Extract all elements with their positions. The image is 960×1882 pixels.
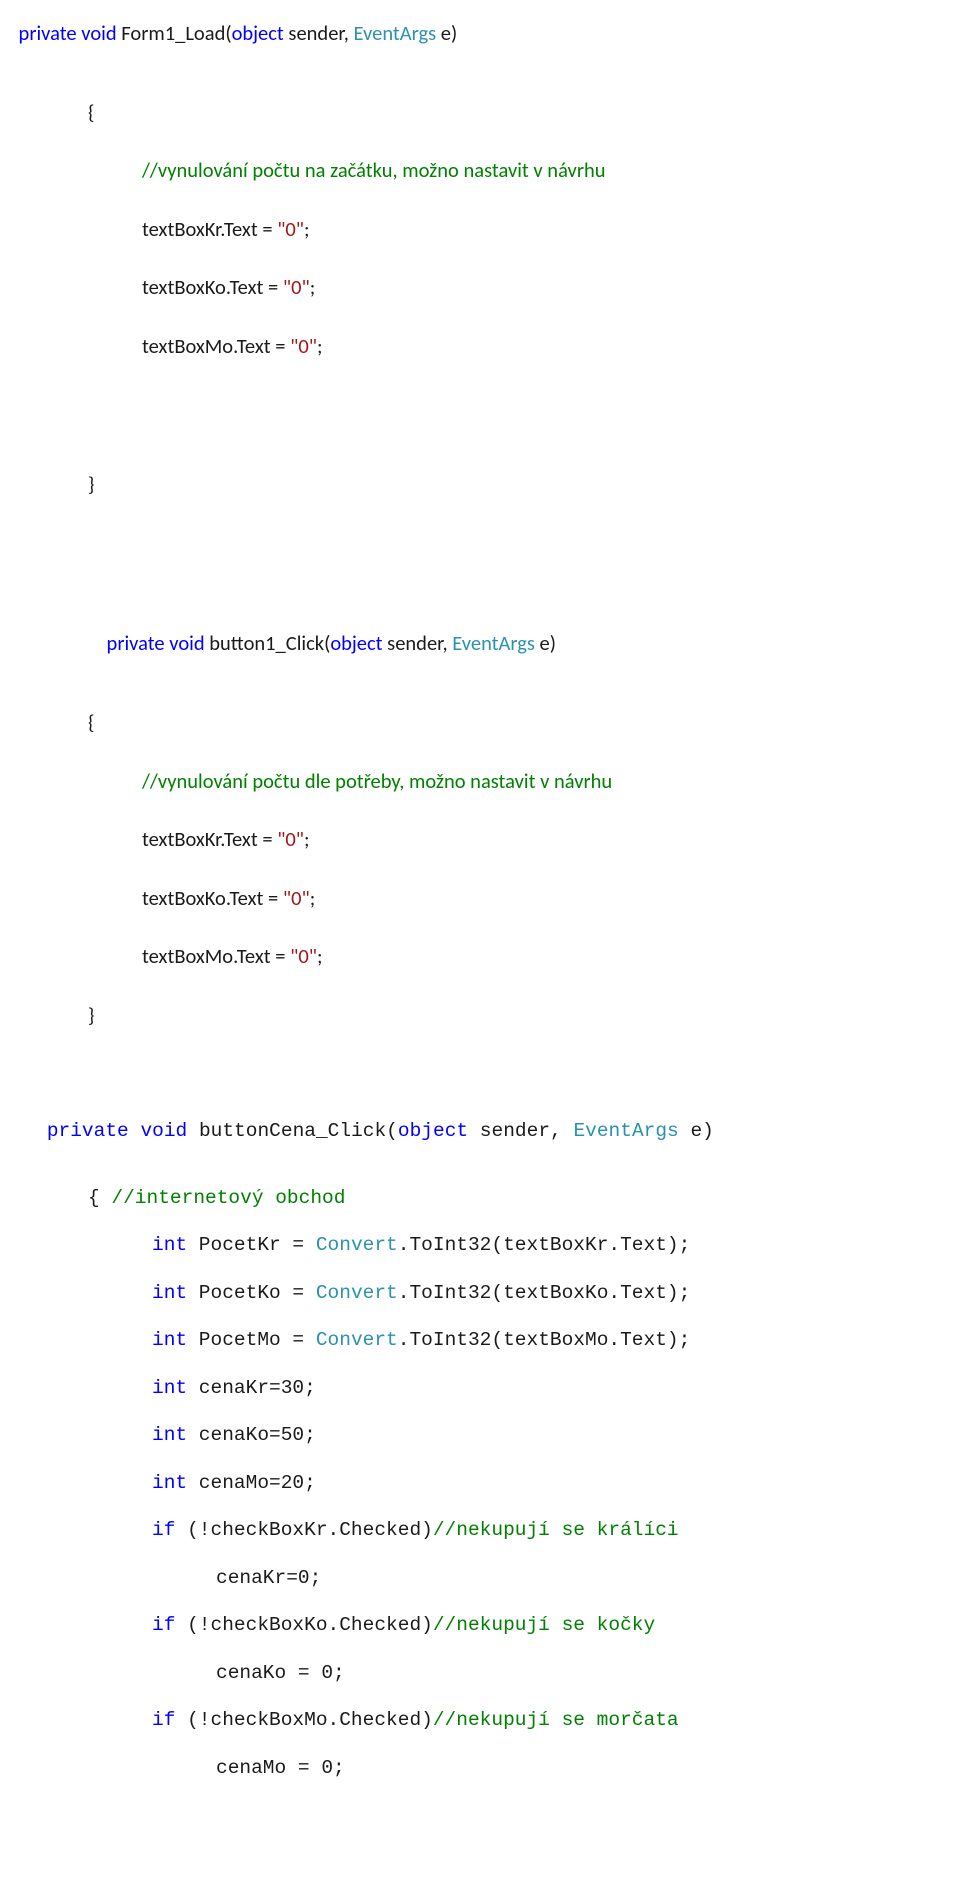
param-end: e) (436, 20, 457, 46)
keyword-object: object (330, 630, 382, 656)
if-checkboxmo: if (!checkBoxMo.Checked)//nekupují se mo… (0, 1711, 960, 1731)
type-eventargs: EventArgs (354, 20, 437, 46)
if-checkboxko-body: cenaKo = 0; (0, 1664, 960, 1684)
keyword-void: void (140, 1120, 187, 1142)
keyword-void: void (169, 630, 204, 656)
method-button1-click-signature: private void button1_Click(object sender… (0, 613, 960, 675)
keyword-object: object (398, 1120, 468, 1142)
method-form1-load-signature: private void Form1_Load(object sender, E… (0, 2, 960, 64)
brace-open: { (0, 712, 960, 733)
if-checkboxko: if (!checkBoxKo.Checked)//nekupují se ko… (0, 1616, 960, 1636)
brace-close: } (0, 474, 960, 495)
keyword-private: private (107, 630, 165, 656)
method-name: button1_Click( (205, 630, 331, 656)
type-eventargs: EventArgs (452, 630, 535, 656)
comment-line: //vynulování počtu dle potřeby, možno na… (0, 771, 960, 792)
type-eventargs: EventArgs (573, 1120, 678, 1142)
stmt-textboxko: textBoxKo.Text = "0"; (0, 277, 960, 298)
stmt-cenakr-decl: int cenaKr=30; (0, 1379, 960, 1399)
keyword-void: void (81, 20, 116, 46)
code-block-1: private void Form1_Load(object sender, E… (0, 0, 960, 1025)
if-checkboxkr: if (!checkBoxKr.Checked)//nekupují se kr… (0, 1521, 960, 1541)
stmt-pocetmo: int PocetMo = Convert.ToInt32(textBoxMo.… (0, 1331, 960, 1351)
keyword-private: private (47, 1120, 129, 1142)
stmt-textboxmo: textBoxMo.Text = "0"; (0, 336, 960, 357)
stmt-pocetkr: int PocetKr = Convert.ToInt32(textBoxKr.… (0, 1236, 960, 1256)
stmt-textboxmo: textBoxMo.Text = "0"; (0, 946, 960, 967)
stmt-pocetko: int PocetKo = Convert.ToInt32(textBoxKo.… (0, 1284, 960, 1304)
param-sep: sender, (468, 1120, 573, 1142)
stmt-cenamo-decl: int cenaMo=20; (0, 1474, 960, 1494)
method-name: buttonCena_Click( (187, 1120, 398, 1142)
stmt-textboxkr: textBoxKr.Text = "0"; (0, 829, 960, 850)
method-buttoncena-click-signature: private void buttonCena_Click(object sen… (0, 1102, 960, 1161)
if-checkboxmo-body: cenaMo = 0; (0, 1759, 960, 1779)
keyword-object: object (232, 20, 284, 46)
code-block-2: private void buttonCena_Click(object sen… (0, 1025, 960, 1778)
param-sep: sender, (284, 20, 354, 46)
param-sep: sender, (383, 630, 453, 656)
brace-open-with-comment: { //internetový obchod (0, 1189, 960, 1209)
method-name: Form1_Load( (117, 20, 232, 46)
keyword-private: private (19, 20, 77, 46)
param-end: e) (679, 1120, 714, 1142)
stmt-textboxko: textBoxKo.Text = "0"; (0, 888, 960, 909)
comment-line: //vynulování počtu na začátku, možno nas… (0, 160, 960, 181)
brace-close: } (0, 1005, 960, 1026)
stmt-cenako-decl: int cenaKo=50; (0, 1426, 960, 1446)
brace-open: { (0, 102, 960, 123)
stmt-textboxkr: textBoxKr.Text = "0"; (0, 219, 960, 240)
param-end: e) (535, 630, 556, 656)
if-checkboxkr-body: cenaKr=0; (0, 1569, 960, 1589)
